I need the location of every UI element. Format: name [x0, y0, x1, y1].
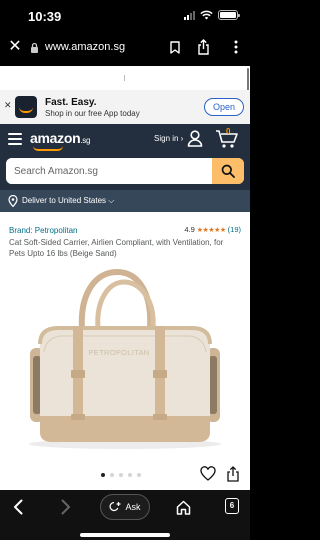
logo-smile-icon [33, 146, 63, 151]
carousel-dot[interactable] [101, 473, 105, 477]
site-header: amazon.sg Sign in › 0 [0, 124, 250, 154]
pull-handle [124, 75, 125, 81]
rating-stars: ★★★★★ [196, 226, 226, 234]
battery-icon [218, 10, 240, 20]
carousel-dot[interactable] [137, 473, 141, 477]
search-box [6, 158, 244, 184]
ask-button[interactable]: Ask [100, 494, 150, 520]
user-icon[interactable] [187, 130, 203, 147]
product-image[interactable]: PETROPOLITAN [0, 266, 250, 462]
carousel-dot[interactable] [128, 473, 132, 477]
home-indicator [80, 533, 170, 537]
home-icon[interactable] [175, 497, 191, 517]
search-input[interactable] [6, 158, 212, 184]
heart-icon[interactable] [200, 466, 216, 481]
banner-close-icon[interactable]: ✕ [4, 100, 12, 111]
wifi-icon [200, 10, 213, 20]
deliver-to-bar[interactable]: Deliver to United States ⌵ [0, 190, 250, 212]
product-share-icon[interactable] [226, 466, 240, 482]
rating-summary[interactable]: 4.9 ★★★★★ (19) [184, 225, 241, 234]
carousel-dot[interactable] [110, 473, 114, 477]
bookmark-icon[interactable] [167, 38, 183, 56]
status-icons [184, 10, 240, 20]
image-carousel-dots[interactable] [101, 473, 141, 477]
banner-subtitle: Shop in our free App today [45, 109, 140, 118]
review-count: (19) [227, 225, 241, 234]
back-icon[interactable] [10, 497, 26, 517]
amazon-app-icon [15, 96, 37, 118]
ask-icon [109, 501, 121, 512]
forward-icon[interactable] [58, 497, 74, 517]
more-options-icon[interactable] [228, 38, 244, 56]
cart-count: 0 [226, 127, 231, 136]
banner-title: Fast. Easy. [45, 97, 97, 108]
carousel-dot[interactable] [119, 473, 123, 477]
status-bar: 10:39 [0, 0, 250, 30]
menu-icon[interactable] [8, 133, 22, 145]
lock-icon [31, 42, 38, 53]
search-area [0, 154, 250, 190]
logo-text: amazon [30, 130, 81, 146]
close-tab-button[interactable]: ✕ [6, 38, 24, 56]
rating-value: 4.9 [184, 225, 195, 234]
status-time: 10:39 [28, 9, 62, 24]
share-icon[interactable] [195, 38, 211, 56]
ask-label: Ask [125, 502, 141, 512]
page-top-strip [0, 66, 250, 90]
amazon-logo[interactable]: amazon.sg [30, 130, 90, 146]
logo-tld: .sg [80, 136, 91, 145]
tabs-button[interactable]: 6 [225, 498, 239, 514]
url-text: www.amazon.sg [45, 41, 126, 53]
bag-logo-text: PETROPOLITAN [89, 348, 150, 357]
deliver-to-text: Deliver to United States ⌵ [22, 196, 115, 205]
address-field[interactable]: www.amazon.sg [30, 35, 125, 59]
location-pin-icon [8, 195, 18, 207]
product-content: Brand: Petropolitan 4.9 ★★★★★ (19) Cat S… [0, 212, 250, 490]
product-title: Cat Soft-Sided Carrier, Airlien Complian… [9, 238, 224, 258]
signin-link[interactable]: Sign in › [154, 134, 183, 143]
brand-link[interactable]: Brand: Petropolitan [9, 226, 78, 235]
open-app-button[interactable]: Open [204, 98, 244, 116]
app-banner: ✕ Fast. Easy. Shop in our free App today… [0, 90, 250, 124]
cellular-signal-icon [184, 10, 195, 20]
browser-url-bar: ✕ www.amazon.sg [0, 30, 250, 66]
search-icon [221, 164, 235, 178]
search-button[interactable] [212, 158, 244, 184]
